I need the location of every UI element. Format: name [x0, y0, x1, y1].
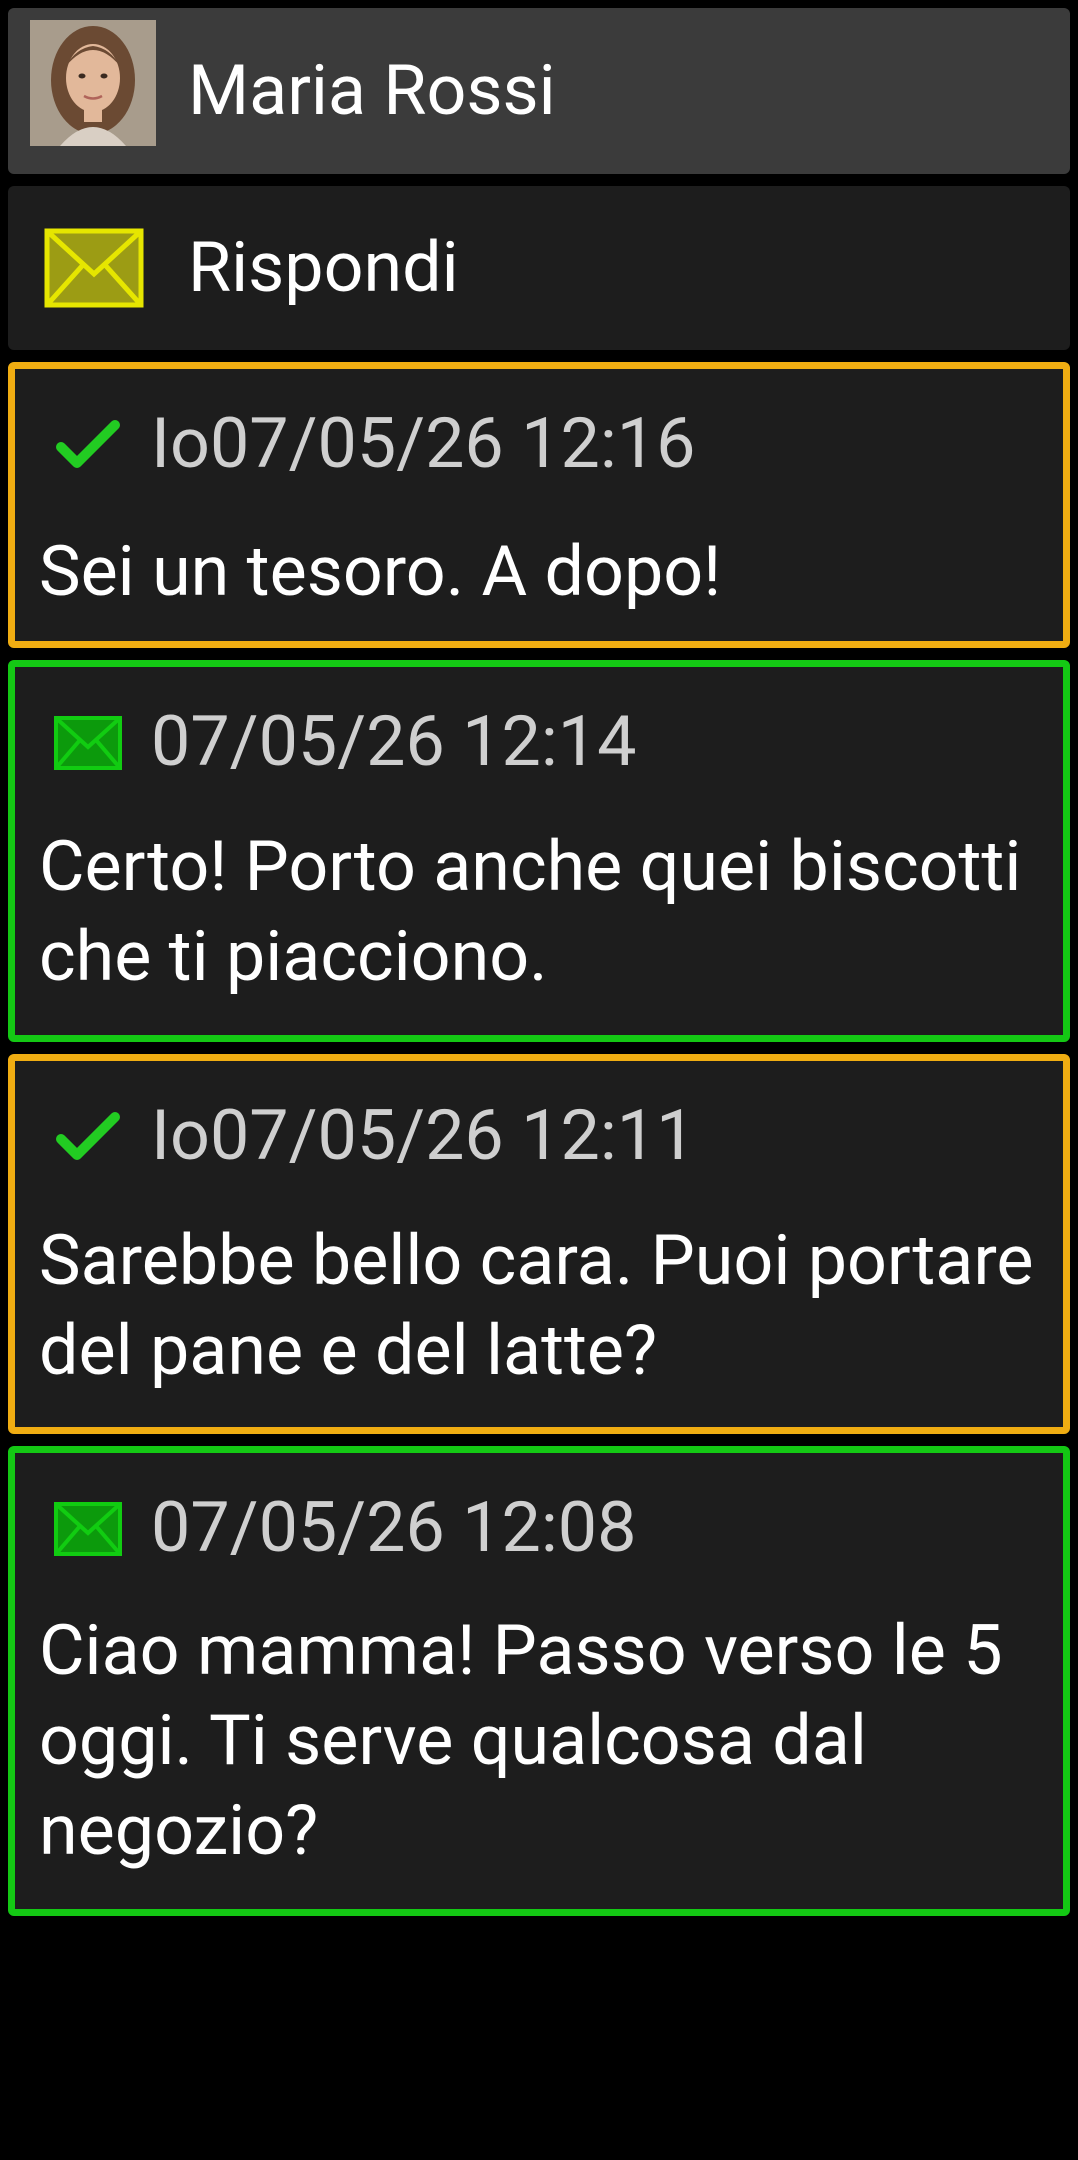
message-meta: 07/05/26 12:08: [151, 1487, 637, 1569]
message-meta: Io07/05/26 12:11: [151, 1095, 696, 1177]
reply-button[interactable]: Rispondi: [8, 186, 1070, 350]
message-text: Certo! Porto anche quei biscotti che ti …: [39, 826, 1022, 998]
avatar[interactable]: [30, 20, 156, 146]
message-meta: Io07/05/26 12:16: [151, 403, 696, 485]
message-item[interactable]: 07/05/26 12:08 Ciao mamma! Passo verso l…: [8, 1446, 1070, 1916]
reply-label: Rispondi: [188, 227, 459, 309]
checkmark-icon: [56, 1112, 120, 1160]
contact-header[interactable]: Maria Rossi: [8, 8, 1070, 174]
message-header: Io07/05/26 12:11: [15, 1091, 1063, 1181]
message-item[interactable]: 07/05/26 12:14 Certo! Porto anche quei b…: [8, 660, 1070, 1042]
message-header: 07/05/26 12:08: [15, 1483, 1063, 1573]
message-header: Io07/05/26 12:16: [15, 399, 1063, 489]
contact-name: Maria Rossi: [188, 50, 556, 132]
message-header: 07/05/26 12:14: [15, 697, 1063, 787]
avatar-photo: [30, 20, 156, 146]
envelope-icon: [44, 228, 144, 308]
message-meta: 07/05/26 12:14: [151, 701, 637, 783]
message-text: Sarebbe bello cara. Puoi portare del pan…: [39, 1220, 1034, 1392]
message-text: Sei un tesoro. A dopo!: [39, 531, 722, 613]
message-item[interactable]: Io07/05/26 12:11 Sarebbe bello cara. Puo…: [8, 1054, 1070, 1434]
envelope-icon: [54, 1502, 122, 1556]
checkmark-icon: [56, 420, 120, 468]
message-text: Ciao mamma! Passo verso le 5 oggi. Ti se…: [39, 1610, 1003, 1872]
message-item[interactable]: Io07/05/26 12:16 Sei un tesoro. A dopo!: [8, 362, 1070, 648]
envelope-icon: [54, 716, 122, 770]
